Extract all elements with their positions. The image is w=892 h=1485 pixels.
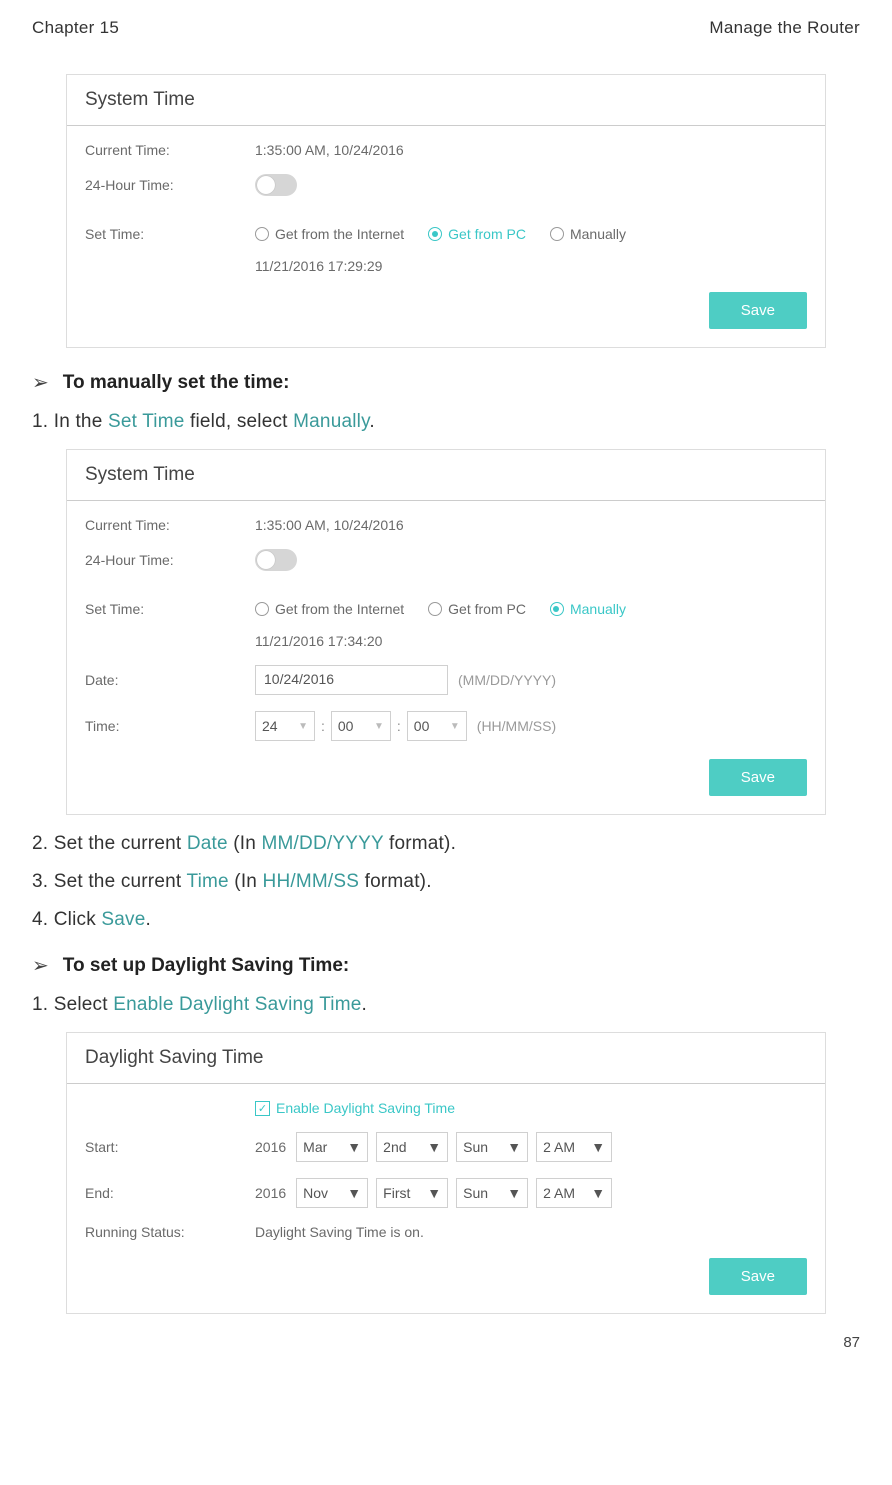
hour24-toggle[interactable] xyxy=(255,549,297,571)
radio-icon xyxy=(428,227,442,241)
date-label: Date: xyxy=(85,672,255,688)
daylight-saving-panel: Daylight Saving Time ✓ Enable Daylight S… xyxy=(66,1032,826,1314)
enable-dst-checkbox[interactable]: ✓ Enable Daylight Saving Time xyxy=(255,1100,455,1116)
checkbox-icon: ✓ xyxy=(255,1101,270,1116)
step-3: 3. Set the current Time (In HH/MM/SS for… xyxy=(32,871,860,893)
section-title: To manually set the time: xyxy=(63,372,290,394)
chevron-down-icon: ▼ xyxy=(347,1185,361,1201)
time-ss-select[interactable]: 00▼ xyxy=(407,711,467,741)
radio-manual[interactable]: Manually xyxy=(550,226,626,242)
hour24-label: 24-Hour Time: xyxy=(85,552,255,568)
start-hour-select[interactable]: 2 AM▼ xyxy=(536,1132,612,1162)
panel-title: Daylight Saving Time xyxy=(67,1033,825,1073)
time-label: Time: xyxy=(85,718,255,734)
chevron-down-icon: ▼ xyxy=(507,1185,521,1201)
save-button[interactable]: Save xyxy=(709,1258,807,1295)
running-status-label: Running Status: xyxy=(85,1224,255,1240)
divider xyxy=(67,125,825,126)
page-number: 87 xyxy=(32,1334,860,1351)
save-button[interactable]: Save xyxy=(709,759,807,796)
start-year: 2016 xyxy=(255,1139,286,1155)
hour24-toggle[interactable] xyxy=(255,174,297,196)
end-hour-select[interactable]: 2 AM▼ xyxy=(536,1178,612,1208)
end-year: 2016 xyxy=(255,1185,286,1201)
radio-internet[interactable]: Get from the Internet xyxy=(255,226,404,242)
end-label: End: xyxy=(85,1185,255,1201)
chevron-down-icon: ▼ xyxy=(450,721,460,732)
set-time-radio-group: Get from the Internet Get from PC Manual… xyxy=(255,601,626,617)
divider xyxy=(67,500,825,501)
radio-label: Get from PC xyxy=(448,226,526,242)
chevron-down-icon: ▼ xyxy=(427,1185,441,1201)
radio-label: Get from the Internet xyxy=(275,226,404,242)
section-label: Manage the Router xyxy=(709,18,860,38)
section-heading-dst: ➢ To set up Daylight Saving Time: xyxy=(32,953,860,978)
panel-title: System Time xyxy=(67,75,825,115)
set-time-label: Set Time: xyxy=(85,601,255,617)
time-hint: (HH/MM/SS) xyxy=(477,718,556,734)
chapter-label: Chapter 15 xyxy=(32,18,119,38)
end-day-select[interactable]: Sun▼ xyxy=(456,1178,528,1208)
radio-label: Manually xyxy=(570,601,626,617)
checkbox-label: Enable Daylight Saving Time xyxy=(276,1100,455,1116)
radio-manual[interactable]: Manually xyxy=(550,601,626,617)
hour24-label: 24-Hour Time: xyxy=(85,177,255,193)
step-4: 4. Click Save. xyxy=(32,909,860,931)
date-hint: (MM/DD/YYYY) xyxy=(458,672,556,688)
system-time-panel-1: System Time Current Time: 1:35:00 AM, 10… xyxy=(66,74,826,348)
radio-icon xyxy=(550,602,564,616)
date-input[interactable]: 10/24/2016 xyxy=(255,665,448,695)
radio-label: Get from the Internet xyxy=(275,601,404,617)
start-week-select[interactable]: 2nd▼ xyxy=(376,1132,448,1162)
section-title: To set up Daylight Saving Time: xyxy=(63,955,349,977)
current-time-label: Current Time: xyxy=(85,142,255,158)
current-time-label: Current Time: xyxy=(85,517,255,533)
radio-label: Get from PC xyxy=(448,601,526,617)
step-2: 2. Set the current Date (In MM/DD/YYYY f… xyxy=(32,833,860,855)
radio-pc[interactable]: Get from PC xyxy=(428,601,526,617)
radio-icon xyxy=(255,602,269,616)
time-mm-select[interactable]: 00▼ xyxy=(331,711,391,741)
radio-pc[interactable]: Get from PC xyxy=(428,226,526,242)
save-button[interactable]: Save xyxy=(709,292,807,329)
step-1: 1. In the Set Time field, select Manuall… xyxy=(32,411,860,433)
set-time-radio-group: Get from the Internet Get from PC Manual… xyxy=(255,226,626,242)
current-time-value: 1:35:00 AM, 10/24/2016 xyxy=(255,517,404,533)
end-month-select[interactable]: Nov▼ xyxy=(296,1178,368,1208)
start-label: Start: xyxy=(85,1139,255,1155)
chevron-down-icon: ▼ xyxy=(374,721,384,732)
radio-icon xyxy=(255,227,269,241)
start-day-select[interactable]: Sun▼ xyxy=(456,1132,528,1162)
bullet-arrow-icon: ➢ xyxy=(32,953,49,978)
running-status-value: Daylight Saving Time is on. xyxy=(255,1224,424,1240)
radio-internet[interactable]: Get from the Internet xyxy=(255,601,404,617)
start-month-select[interactable]: Mar▼ xyxy=(296,1132,368,1162)
set-time-label: Set Time: xyxy=(85,226,255,242)
dst-step-1: 1. Select Enable Daylight Saving Time. xyxy=(32,994,860,1016)
system-time-panel-2: System Time Current Time: 1:35:00 AM, 10… xyxy=(66,449,826,815)
section-heading-manual: ➢ To manually set the time: xyxy=(32,370,860,395)
panel-title: System Time xyxy=(67,450,825,490)
divider xyxy=(67,1083,825,1084)
bullet-arrow-icon: ➢ xyxy=(32,370,49,395)
end-week-select[interactable]: First▼ xyxy=(376,1178,448,1208)
radio-label: Manually xyxy=(570,226,626,242)
page-header: Chapter 15 Manage the Router xyxy=(32,18,860,38)
timestamp: 11/21/2016 17:34:20 xyxy=(255,633,382,649)
chevron-down-icon: ▼ xyxy=(591,1139,605,1155)
chevron-down-icon: ▼ xyxy=(427,1139,441,1155)
time-hh-select[interactable]: 24▼ xyxy=(255,711,315,741)
radio-icon xyxy=(428,602,442,616)
timestamp: 11/21/2016 17:29:29 xyxy=(255,258,382,274)
chevron-down-icon: ▼ xyxy=(507,1139,521,1155)
chevron-down-icon: ▼ xyxy=(347,1139,361,1155)
chevron-down-icon: ▼ xyxy=(591,1185,605,1201)
radio-icon xyxy=(550,227,564,241)
current-time-value: 1:35:00 AM, 10/24/2016 xyxy=(255,142,404,158)
chevron-down-icon: ▼ xyxy=(298,721,308,732)
